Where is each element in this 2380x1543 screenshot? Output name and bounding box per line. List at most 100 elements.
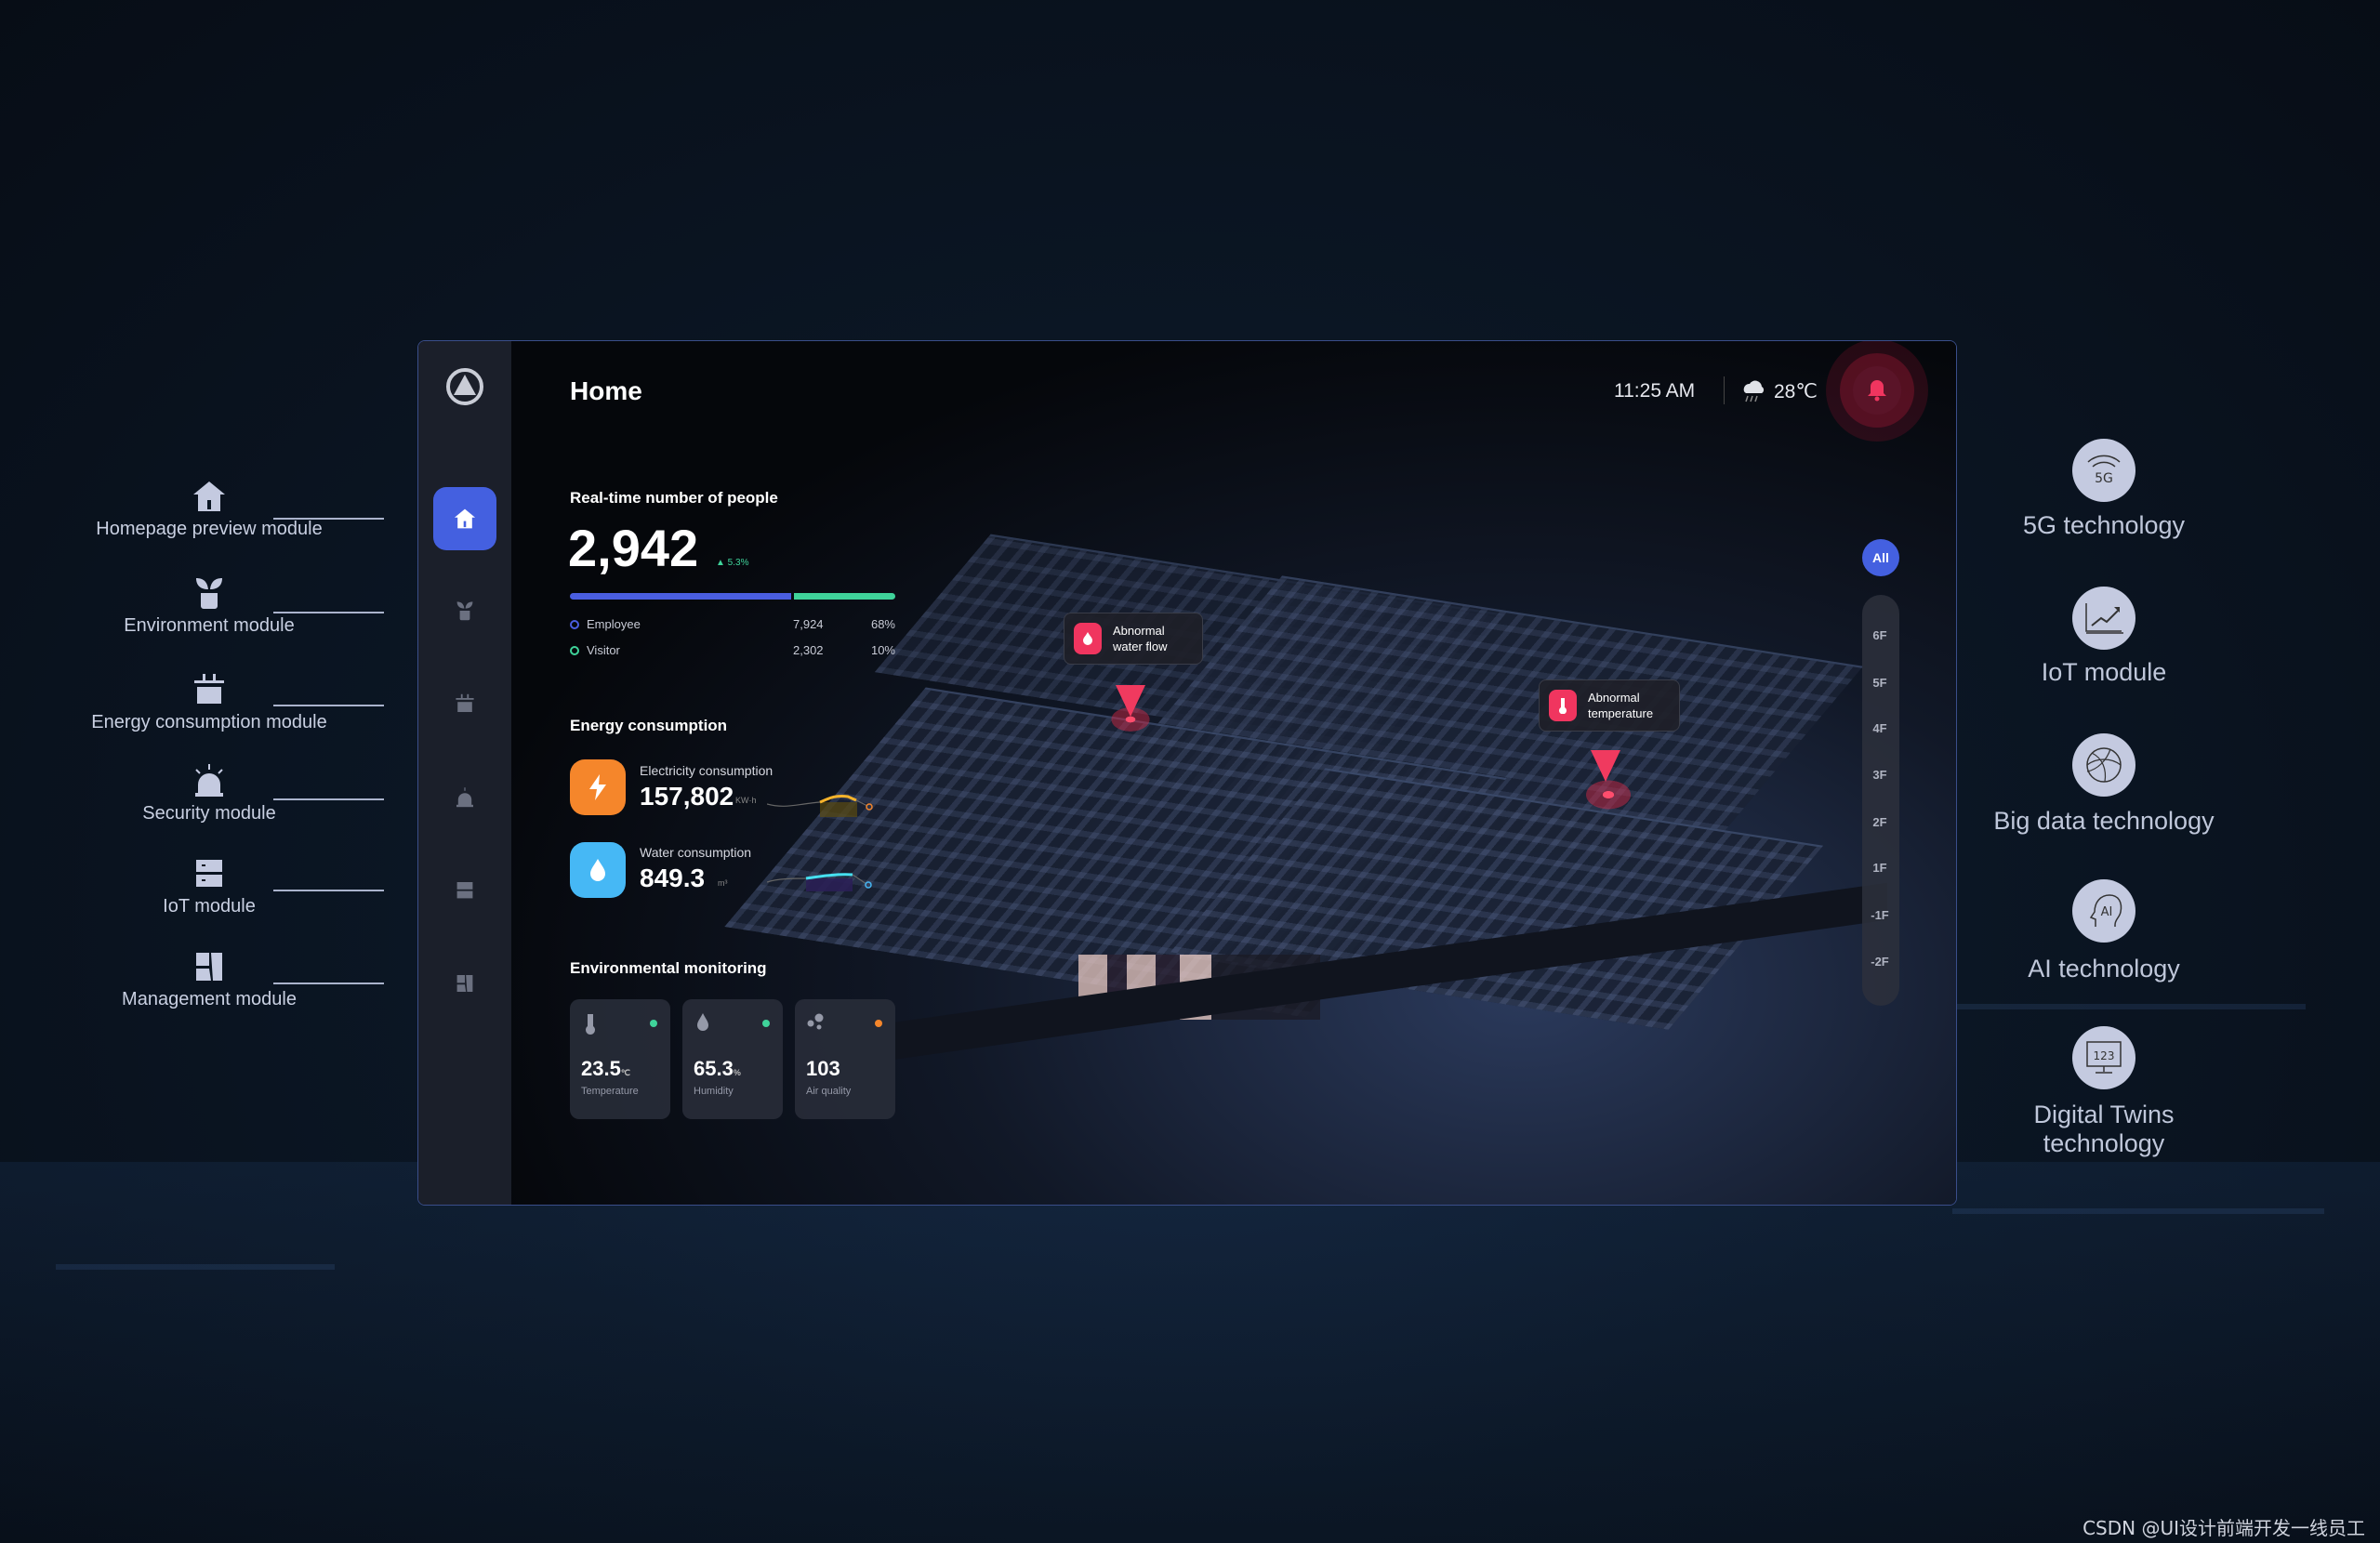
connector-line (273, 518, 384, 520)
connector-line (273, 983, 384, 984)
employee-dot (570, 620, 579, 629)
connector-line (273, 798, 384, 800)
temperature-readout: 28℃ (1774, 381, 1818, 402)
dashboard-window: Home 11:25 AM 28℃ Real-time number of pe… (417, 340, 1957, 1206)
electricity-unit: KW·h (735, 796, 757, 805)
globe-icon (2072, 733, 2135, 797)
nav-security[interactable] (433, 766, 496, 829)
legend-percent: 68% (870, 617, 895, 631)
connector-line (273, 705, 384, 706)
server-icon (456, 882, 473, 899)
alert-water-flow[interactable]: Abnormal water flow (1064, 613, 1203, 665)
tech-label: Digital Twins technology (2033, 1101, 2175, 1157)
droplet-icon (1083, 632, 1092, 645)
people-ratio-bar (570, 593, 895, 600)
humidity-card[interactable]: 65.3% Humidity (682, 999, 783, 1119)
alert-temperature[interactable]: Abnormal temperature (1539, 679, 1680, 732)
electricity-value: 157,802 (640, 782, 734, 811)
svg-text:AI: AI (2101, 905, 2113, 919)
floor-1f[interactable]: 1F (1862, 861, 1897, 875)
plug-icon (194, 674, 224, 704)
temperature-unit: ℃ (620, 1068, 630, 1077)
location-pin-ring (1582, 778, 1634, 811)
floor-3f[interactable]: 3F (1862, 768, 1897, 782)
nav-management[interactable] (433, 952, 496, 1015)
humidity-label: Humidity (694, 1086, 734, 1097)
module-label: IoT module (163, 896, 256, 917)
electricity-sparkline (767, 795, 873, 817)
ai-head-icon: AI (2072, 879, 2135, 943)
water-label: Water consumption (640, 845, 752, 860)
thermometer-icon (1559, 698, 1567, 714)
svg-text:123: 123 (2094, 1049, 2115, 1062)
chart-icon (2072, 587, 2135, 650)
module-environment: Environment module (88, 574, 330, 637)
monitor-icon: 123 (2072, 1026, 2135, 1089)
water-value: 849.3 (640, 864, 706, 892)
floor-5f[interactable]: 5F (1862, 676, 1897, 690)
water-sparkline (767, 873, 872, 891)
electricity-icon-tile (570, 759, 626, 815)
people-title: Real-time number of people (570, 489, 778, 507)
floor-all-button[interactable]: All (1862, 539, 1899, 576)
floor-6f[interactable]: 6F (1862, 628, 1897, 642)
status-dot (762, 1020, 770, 1027)
legend-count: 2,302 (793, 643, 824, 657)
plug-icon (456, 693, 474, 712)
nav-home[interactable] (433, 487, 496, 550)
module-label: Management module (122, 989, 297, 1009)
divider (1724, 376, 1725, 404)
module-label: Environment module (124, 615, 295, 636)
floor-2f[interactable]: 2F (1862, 815, 1897, 829)
logo-icon (446, 368, 483, 405)
droplet-icon (590, 859, 605, 881)
alert-title: Abnormal (1588, 691, 1640, 705)
nav-iot[interactable] (433, 859, 496, 922)
temperature-value: 23.5 (581, 1057, 621, 1080)
air-quality-card[interactable]: 103 Air quality (795, 999, 895, 1119)
legend-row-visitor: Visitor 2,302 10% (570, 643, 895, 662)
home-icon (193, 481, 225, 511)
visitor-dot (570, 646, 579, 655)
background-streak (1952, 1208, 2324, 1214)
legend-count: 7,924 (793, 617, 824, 631)
location-pin[interactable] (1591, 750, 1620, 782)
alarm-icon (456, 787, 473, 808)
temperature-card[interactable]: 23.5℃ Temperature (570, 999, 670, 1119)
background-streak (56, 1264, 335, 1270)
status-dot (650, 1020, 657, 1027)
layout-icon (456, 975, 473, 992)
floor-4f[interactable]: 4F (1862, 721, 1897, 735)
status-dot (875, 1020, 882, 1027)
tech-label: 5G technology (2022, 511, 2186, 539)
temperature-label: Temperature (581, 1086, 639, 1097)
thermometer-icon (586, 1014, 595, 1035)
connector-line (273, 890, 384, 891)
module-iot: IoT module (88, 855, 330, 917)
energy-title: Energy consumption (570, 717, 728, 734)
clock: 11:25 AM (1614, 380, 1696, 402)
floor-selector-track (1862, 595, 1899, 1006)
nav-energy[interactable] (433, 672, 496, 735)
employee-segment (570, 593, 791, 600)
air-quality-label: Air quality (806, 1086, 852, 1097)
5g-icon: 5G (2072, 439, 2135, 502)
humidity-value: 65.3 (694, 1057, 734, 1080)
floor-b2[interactable]: -2F (1862, 955, 1897, 969)
floor-b1[interactable]: -1F (1862, 908, 1897, 922)
droplet-icon (697, 1013, 708, 1031)
tech-label: Big data technology (1993, 807, 2215, 835)
connector-line (273, 612, 384, 613)
nav-environment[interactable] (433, 579, 496, 642)
module-label: Security module (142, 803, 276, 824)
page-title: Home (570, 376, 642, 405)
air-quality-value: 103 (806, 1057, 840, 1080)
bell-icon (1868, 380, 1886, 402)
alert-subtitle: temperature (1588, 706, 1654, 720)
location-pin[interactable] (1116, 685, 1145, 717)
alert-button[interactable] (1826, 341, 1928, 442)
legend-row-employee: Employee 7,924 68% (570, 617, 895, 636)
particles-icon (807, 1013, 824, 1030)
lightning-icon (589, 774, 606, 800)
alert-title: Abnormal (1113, 624, 1165, 638)
